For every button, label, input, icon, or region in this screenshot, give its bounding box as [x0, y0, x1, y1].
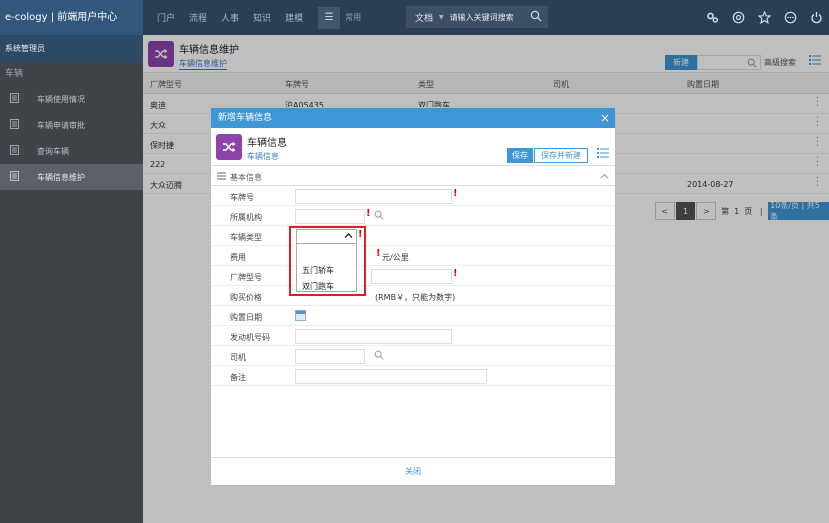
nav-item-modeling[interactable]: 建模 — [285, 11, 303, 24]
cost-unit: 元/公里 — [382, 253, 409, 262]
field-label: 司机 — [230, 353, 246, 362]
more-icon[interactable] — [777, 11, 803, 24]
required-icon: ! — [453, 268, 458, 279]
sidebar-item-label: 查询车辆 — [37, 146, 69, 156]
field-row-type: 车辆类型 — [211, 226, 615, 246]
document-icon — [0, 145, 24, 157]
dialog-header: 车辆信息 车辆信息 保存 保存并新建 — [211, 128, 615, 166]
field-label: 费用 — [230, 253, 246, 262]
engine-input[interactable] — [295, 329, 452, 344]
field-row-org: 所属机构 ! — [211, 206, 615, 226]
sidebar-item-label: 车辆使用情况 — [37, 94, 85, 104]
field-label: 厂牌型号 — [230, 273, 262, 282]
search-scope-select[interactable]: 文档 — [406, 11, 439, 24]
section-title: 基本信息 — [230, 173, 262, 182]
dialog-title-bar: 新增车辆信息 × — [211, 108, 615, 128]
sidebar-user[interactable]: 系统管理员 — [0, 35, 143, 62]
field-label: 备注 — [230, 373, 246, 382]
field-row-driver: 司机 — [211, 346, 615, 366]
field-label: 所属机构 — [230, 213, 262, 222]
new-vehicle-dialog: 新增车辆信息 × 车辆信息 车辆信息 保存 保存并新建 基本信息 车牌号 ! 所… — [210, 107, 616, 486]
sidebar-item-vehicle-approval[interactable]: 车辆申请审批 — [0, 112, 143, 138]
nav-item-common[interactable]: 常用 — [345, 12, 361, 23]
field-row-cost: 费用 ! 元/公里 — [211, 246, 615, 266]
close-button[interactable]: 关闭 — [405, 467, 421, 476]
brand-logo[interactable]: e-cology | 前端用户中心 — [0, 0, 143, 35]
nav-item-workflow[interactable]: 流程 — [189, 11, 207, 24]
list-menu-icon[interactable] — [597, 148, 609, 160]
skin-icon[interactable] — [725, 11, 751, 24]
sidebar-item-vehicle-maintenance[interactable]: 车辆信息维护 — [0, 164, 143, 190]
global-search[interactable]: 文档 ▼ 请输入关键词搜索 — [406, 6, 548, 28]
price-note: (RMB￥，只能为数字) — [375, 293, 456, 302]
org-input[interactable] — [295, 209, 365, 224]
star-icon[interactable] — [751, 11, 777, 24]
close-icon[interactable]: × — [600, 108, 610, 128]
document-icon — [0, 93, 24, 105]
field-label: 发动机号码 — [230, 333, 270, 342]
field-row-plate: 车牌号 ! — [211, 186, 615, 206]
field-label: 车辆类型 — [230, 233, 262, 242]
plate-input[interactable] — [295, 189, 452, 204]
form-tab[interactable]: 车辆信息 — [247, 151, 279, 162]
field-row-model: 厂牌型号 ! — [211, 266, 615, 286]
field-row-remark: 备注 — [211, 366, 615, 386]
dialog-title: 新增车辆信息 — [218, 113, 273, 123]
search-icon[interactable] — [374, 210, 384, 222]
sidebar-item-label: 车辆申请审批 — [37, 120, 85, 130]
power-icon[interactable] — [803, 11, 829, 24]
required-icon: ! — [453, 188, 458, 199]
shuffle-icon — [216, 134, 242, 160]
calendar-icon[interactable] — [295, 310, 306, 321]
search-input[interactable]: 请输入关键词搜索 — [450, 12, 514, 23]
top-bar: e-cology | 前端用户中心 门户 流程 人事 知识 建模 ☰ 常用 文档… — [0, 0, 829, 35]
required-icon: ! — [376, 248, 381, 259]
menu-icon[interactable]: ☰ — [318, 6, 341, 29]
driver-input[interactable] — [295, 349, 365, 364]
field-row-engine: 发动机号码 — [211, 326, 615, 346]
save-and-new-button[interactable]: 保存并新建 — [534, 148, 588, 163]
document-icon — [0, 119, 24, 131]
list-icon — [217, 172, 226, 182]
sidebar-item-vehicle-query[interactable]: 查询车辆 — [0, 138, 143, 164]
top-nav: 门户 流程 人事 知识 建模 ☰ 常用 — [150, 0, 361, 35]
chevron-down-icon: ▼ — [439, 13, 444, 21]
document-icon — [0, 171, 24, 183]
section-basic-info[interactable]: 基本信息 — [211, 168, 615, 186]
field-row-price: 购买价格 (RMB￥，只能为数字) — [211, 286, 615, 306]
field-label: 购置日期 — [230, 313, 262, 322]
chevron-up-icon[interactable] — [600, 172, 609, 181]
nav-item-hr[interactable]: 人事 — [221, 11, 239, 24]
nav-item-knowledge[interactable]: 知识 — [253, 11, 271, 24]
model-input[interactable] — [371, 269, 452, 284]
highlight-box — [289, 226, 366, 296]
save-button[interactable]: 保存 — [507, 148, 533, 163]
field-label: 购买价格 — [230, 293, 262, 302]
required-icon: ! — [366, 208, 371, 219]
search-icon[interactable] — [374, 350, 384, 362]
dialog-footer: 关闭 — [211, 457, 615, 485]
sidebar: 系统管理员 车辆 车辆使用情况 车辆申请审批 查询车辆 车辆信息维护 — [0, 35, 143, 523]
sidebar-item-vehicle-usage[interactable]: 车辆使用情况 — [0, 86, 143, 112]
sidebar-group-vehicle[interactable]: 车辆 — [0, 62, 143, 86]
top-toolbar — [699, 0, 829, 35]
search-icon[interactable] — [530, 10, 542, 24]
sidebar-item-label: 车辆信息维护 — [37, 172, 85, 182]
gear-icon[interactable] — [699, 11, 725, 24]
remark-input[interactable] — [295, 369, 487, 384]
field-label: 车牌号 — [230, 193, 254, 202]
form-title: 车辆信息 — [247, 138, 287, 149]
nav-item-portal[interactable]: 门户 — [157, 11, 175, 24]
field-row-date: 购置日期 — [211, 306, 615, 326]
